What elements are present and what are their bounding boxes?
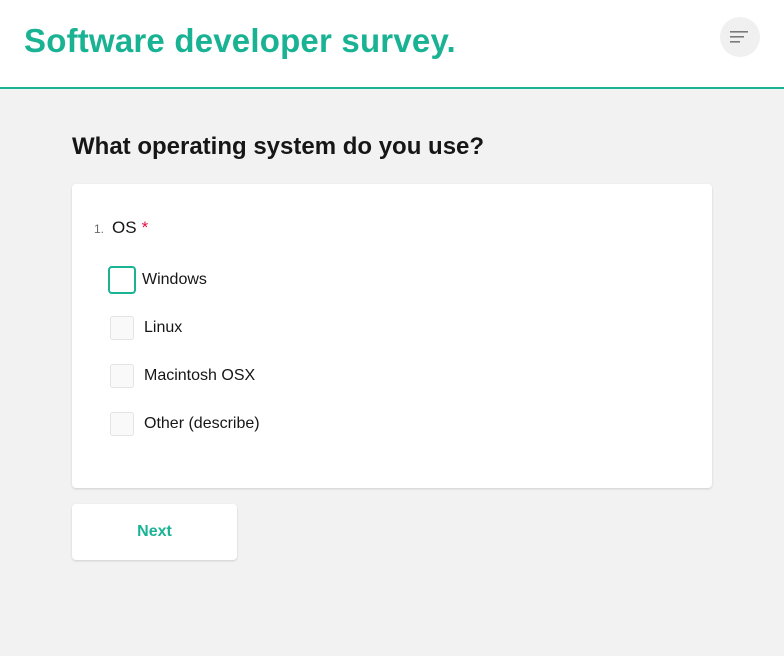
option-other[interactable]: Other (describe) [110,410,260,438]
question-number: 1. [94,222,105,236]
hamburger-menu-icon [730,31,748,43]
survey-title: Software developer survey. [24,22,456,59]
next-button[interactable]: Next [72,504,237,560]
option-windows[interactable]: Windows [108,266,207,294]
question-card: 1. OS * Windows Linux Macintosh OSX Othe… [72,184,712,488]
option-macintosh-osx[interactable]: Macintosh OSX [110,362,255,390]
page-title: What operating system do you use? [72,133,485,160]
question-title: OS [112,218,137,237]
option-label: Macintosh OSX [144,367,256,384]
checkbox-macintosh-osx[interactable] [110,364,134,388]
option-label: Other (describe) [144,415,260,432]
survey-header: Software developer survey. [0,0,784,89]
option-label: Windows [142,271,207,288]
checkbox-linux[interactable] [110,316,134,340]
checkbox-other[interactable] [110,412,134,436]
required-mark: * [141,218,149,237]
option-label: Linux [144,319,183,336]
checkbox-windows[interactable] [108,266,136,294]
menu-button[interactable] [720,17,760,57]
option-linux[interactable]: Linux [110,314,182,342]
question-header: 1. OS * [94,218,148,238]
